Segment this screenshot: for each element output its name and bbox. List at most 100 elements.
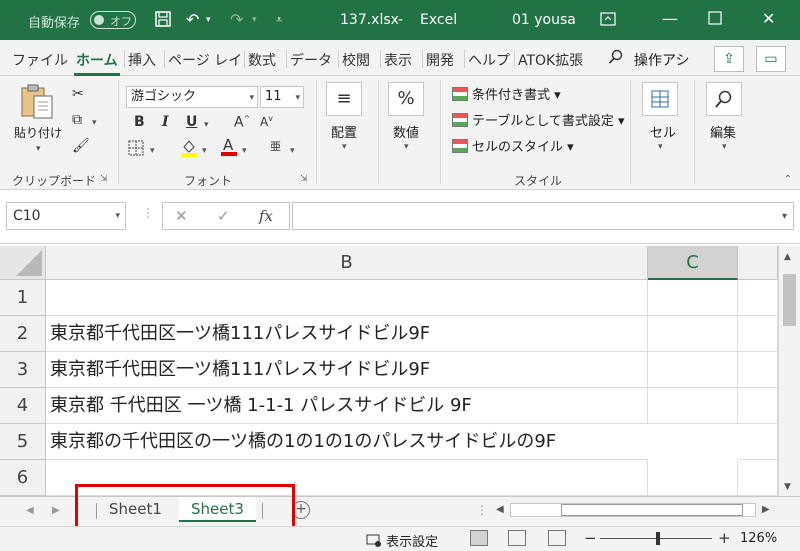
cell-styles-button[interactable]: セルのスタイル ▾ [452, 136, 574, 155]
tab-insert[interactable]: 挿入 [128, 50, 156, 70]
cell-c3[interactable] [648, 352, 738, 388]
tab-developer[interactable]: 開発 [426, 50, 454, 70]
row-header-5[interactable]: 5 [0, 424, 46, 460]
display-settings-button[interactable]: 表示設定 [366, 531, 438, 550]
font-size-box[interactable]: 11 ▾ [260, 86, 304, 108]
confirm-entry-icon[interactable]: ✓ [217, 207, 230, 225]
undo-dropdown-icon[interactable]: ▾ [206, 15, 211, 25]
share-icon[interactable]: ⇪ [714, 46, 744, 72]
close-icon[interactable]: ✕ [762, 9, 775, 28]
borders-dropdown-icon[interactable]: ▾ [150, 146, 155, 156]
cell-c4[interactable] [648, 388, 738, 424]
cell-b3[interactable]: 東京都千代田区一ツ橋111パレスサイドビル9F [46, 352, 648, 388]
paste-dropdown-icon[interactable]: ▾ [36, 144, 41, 154]
borders-icon[interactable] [128, 140, 144, 160]
column-header-d[interactable] [738, 246, 778, 280]
font-color-dropdown-icon[interactable]: ▾ [242, 146, 247, 156]
row-header-3[interactable]: 3 [0, 352, 46, 388]
next-sheet-icon[interactable]: ▶ [52, 505, 60, 516]
cancel-entry-icon[interactable]: ✕ [175, 207, 188, 225]
alignment-dropdown-icon[interactable]: ▾ [342, 142, 347, 152]
redo-dropdown-icon[interactable]: ▾ [252, 15, 257, 25]
conditional-formatting-button[interactable]: 条件付き書式 ▾ [452, 84, 561, 103]
font-name-box[interactable]: 游ゴシック ▾ [126, 86, 258, 108]
number-button[interactable]: 数値 [393, 122, 419, 141]
copy-icon[interactable]: ⧉ [72, 112, 82, 128]
underline-dropdown-icon[interactable]: ▾ [204, 120, 209, 130]
scroll-down-icon[interactable]: ▼ [784, 482, 791, 492]
cell-c1[interactable] [648, 280, 738, 316]
cut-icon[interactable]: ✂ [72, 86, 84, 102]
row-header-4[interactable]: 4 [0, 388, 46, 424]
tab-formulas[interactable]: 数式 [248, 50, 276, 70]
zoom-slider-thumb[interactable] [656, 532, 660, 545]
tab-view[interactable]: 表示 [384, 50, 412, 70]
italic-button[interactable]: I [162, 114, 169, 130]
cell-c6[interactable] [648, 460, 738, 496]
cells-icon[interactable] [642, 82, 678, 116]
column-header-b[interactable]: B [46, 246, 648, 280]
align-icon[interactable]: ≡ [326, 82, 362, 116]
percent-icon[interactable]: % [388, 82, 424, 116]
user-name[interactable]: 01 yousa [512, 12, 576, 28]
format-painter-icon[interactable]: 🖌 [72, 138, 90, 154]
tell-me-search[interactable]: 操作アシ [634, 50, 689, 70]
scroll-up-icon[interactable]: ▲ [784, 252, 791, 262]
page-layout-view-icon[interactable] [508, 530, 526, 546]
editing-search-icon[interactable] [706, 82, 742, 116]
formula-bar-resize-handle[interactable]: ⋮ [142, 206, 154, 220]
increase-font-icon[interactable]: A^ [234, 114, 250, 131]
horizontal-scroll-track[interactable] [510, 503, 756, 517]
fill-color-dropdown-icon[interactable]: ▾ [202, 146, 207, 156]
vertical-scroll-thumb[interactable] [783, 274, 796, 326]
zoom-in-button[interactable]: + [718, 529, 731, 547]
cell-d5[interactable] [738, 424, 778, 460]
font-launcher-icon[interactable]: ⇲ [300, 174, 308, 184]
cell-d4[interactable] [738, 388, 778, 424]
select-all-button[interactable] [0, 246, 46, 280]
name-box[interactable]: C10 ▾ [6, 202, 126, 230]
tab-page-layout[interactable]: ページ レイ [168, 50, 242, 70]
cell-d1[interactable] [738, 280, 778, 316]
horizontal-scroll-thumb[interactable] [561, 504, 743, 516]
expand-formula-bar-icon[interactable]: ▾ [782, 211, 787, 222]
tab-data[interactable]: データ [290, 50, 332, 70]
vertical-scrollbar[interactable]: ▲ ▼ [778, 246, 800, 496]
tab-atok[interactable]: ATOK拡張 [518, 50, 583, 70]
horizontal-scrollbar[interactable]: ◀ ▶ [492, 502, 776, 520]
underline-button[interactable]: U [186, 114, 197, 130]
format-as-table-button[interactable]: テーブルとして書式設定 ▾ [452, 110, 625, 129]
tab-help[interactable]: ヘルプ [468, 50, 510, 70]
editing-dropdown-icon[interactable]: ▾ [722, 142, 727, 152]
cell-d2[interactable] [738, 316, 778, 352]
fill-color-icon[interactable] [180, 138, 198, 162]
row-header-2[interactable]: 2 [0, 316, 46, 352]
tab-review[interactable]: 校閲 [342, 50, 370, 70]
alignment-button[interactable]: 配置 [331, 122, 357, 141]
ribbon-display-options-icon[interactable] [600, 11, 616, 31]
collapse-ribbon-icon[interactable]: ⌃ [784, 174, 792, 185]
page-break-view-icon[interactable] [548, 530, 566, 546]
undo-icon[interactable]: ↶ [186, 10, 199, 29]
redo-icon[interactable]: ↷ [230, 10, 243, 29]
bold-button[interactable]: B [134, 114, 145, 130]
cell-b2[interactable]: 東京都千代田区一ツ橋111パレスサイドビル9F [46, 316, 648, 352]
paste-button[interactable]: 貼り付け [14, 124, 62, 141]
normal-view-icon[interactable] [470, 530, 488, 546]
cell-c2[interactable] [648, 316, 738, 352]
phonetic-icon[interactable]: 亜 [270, 138, 281, 154]
cell-b5[interactable]: 東京都の千代田区の一ツ橋の1の1の1のパレスサイドビルの9F [46, 424, 648, 460]
column-header-c[interactable]: C [648, 246, 738, 280]
paste-icon[interactable] [18, 82, 58, 119]
phonetic-dropdown-icon[interactable]: ▾ [290, 146, 295, 156]
cell-b1[interactable] [46, 280, 648, 316]
customize-qat-icon[interactable]: ⩡ [276, 13, 282, 27]
cell-b4[interactable]: 東京都 千代田区 一ツ橋 1-1-1 パレスサイドビル 9F [46, 388, 648, 424]
formula-input[interactable]: ▾ [292, 202, 794, 230]
zoom-level[interactable]: 126% [740, 531, 777, 546]
maximize-icon[interactable] [708, 10, 722, 29]
tab-file[interactable]: ファイル [12, 50, 68, 70]
row-header-6[interactable]: 6 [0, 460, 46, 496]
zoom-out-button[interactable]: − [584, 529, 597, 547]
comments-icon[interactable]: ▭ [756, 46, 786, 72]
